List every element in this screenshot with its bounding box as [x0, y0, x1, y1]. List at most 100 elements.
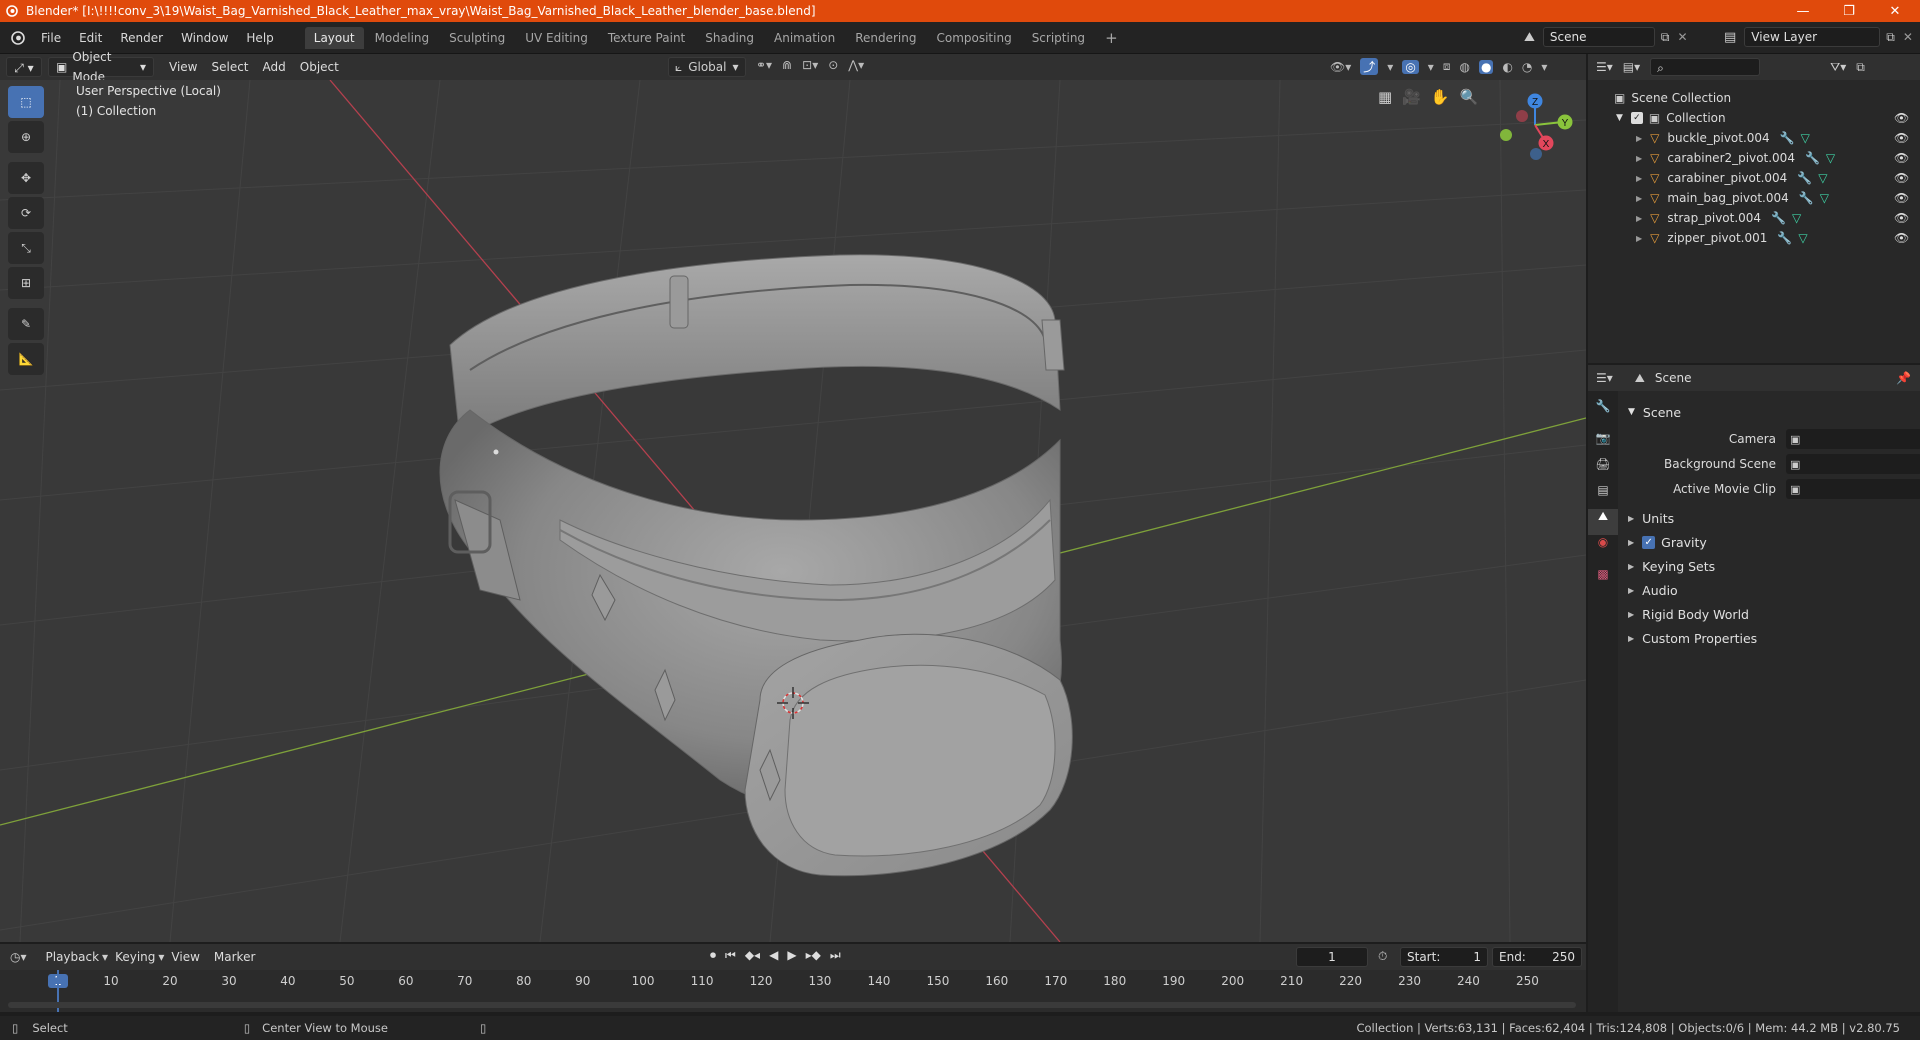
xray-toggle-icon[interactable]: ⧈: [1443, 59, 1451, 74]
mesh-data-icon[interactable]: ▽: [1826, 151, 1835, 165]
play-icon[interactable]: ▶: [787, 948, 796, 963]
new-view-layer-icon[interactable]: ⧉: [1886, 30, 1895, 45]
delete-scene-icon[interactable]: ✕: [1678, 30, 1688, 44]
maximize-button[interactable]: ❐: [1826, 0, 1872, 22]
expand-arrow-icon[interactable]: ▶: [1636, 194, 1642, 203]
timeline-scrollbar[interactable]: [8, 1002, 1576, 1008]
eye-icon[interactable]: 👁: [1894, 131, 1909, 145]
property-value-field[interactable]: ▣: [1786, 479, 1920, 499]
transform-tool[interactable]: ⊞: [8, 267, 44, 299]
eye-icon[interactable]: 👁: [1894, 151, 1909, 165]
editor-type-icon[interactable]: ☰▾: [1596, 371, 1613, 385]
outliner-row-object[interactable]: ▶ ▽ carabiner_pivot.004 🔧 ▽ 👁: [1588, 168, 1920, 188]
modifier-wrench-icon[interactable]: 🔧: [1771, 211, 1786, 225]
tab-texture-paint[interactable]: Texture Paint: [599, 27, 694, 49]
mesh-data-icon[interactable]: ▽: [1798, 231, 1807, 245]
tab-scripting[interactable]: Scripting: [1023, 27, 1094, 49]
close-window-button[interactable]: ✕: [1872, 0, 1918, 22]
transform-orientation-dropdown[interactable]: ⟀ Global ▾: [668, 57, 746, 77]
texture-tab-icon[interactable]: ▩: [1588, 567, 1618, 593]
tab-shading[interactable]: Shading: [696, 27, 763, 49]
pan-view-icon[interactable]: ✋: [1431, 88, 1450, 106]
mesh-data-icon[interactable]: ▽: [1820, 191, 1829, 205]
snap-magnet-icon[interactable]: ⋒: [782, 58, 792, 72]
rotate-tool[interactable]: ⟳: [8, 197, 44, 229]
snap-target-icon[interactable]: ⊡▾: [802, 58, 818, 72]
editor-type-button[interactable]: ⤢ ▾: [6, 57, 42, 77]
outliner-row-collection[interactable]: ▼ ✓ ▣ Collection 👁: [1588, 108, 1920, 128]
proportional-edit-icon[interactable]: ⊙: [828, 58, 838, 72]
blender-menu-icon[interactable]: [10, 30, 26, 46]
delete-view-layer-icon[interactable]: ✕: [1903, 30, 1913, 44]
menu-select[interactable]: Select: [204, 57, 255, 77]
expand-arrow-icon[interactable]: ▶: [1636, 214, 1642, 223]
exclude-checkbox[interactable]: ✓: [1630, 112, 1643, 124]
move-tool[interactable]: ✥: [8, 162, 44, 194]
menu-add[interactable]: Add: [256, 57, 293, 77]
modifier-wrench-icon[interactable]: 🔧: [1777, 231, 1792, 245]
cursor-tool[interactable]: ⊕: [8, 121, 44, 153]
editor-type-icon[interactable]: ☰▾: [1596, 60, 1613, 74]
expand-arrow-icon[interactable]: ▼: [1616, 113, 1623, 123]
pivot-point-icon[interactable]: ⚭▾: [756, 58, 772, 72]
tool-tab-icon[interactable]: 🔧: [1588, 399, 1618, 425]
modifier-wrench-icon[interactable]: 🔧: [1805, 151, 1820, 165]
stopwatch-icon[interactable]: ⏱: [1378, 949, 1387, 964]
camera-view-icon[interactable]: 🎥: [1402, 88, 1421, 106]
output-tab-icon[interactable]: 🖨: [1588, 457, 1618, 483]
outliner-search-input[interactable]: ⌕: [1650, 58, 1761, 76]
subpanel-header[interactable]: ▶ Rigid Body World: [1628, 603, 1918, 625]
scene-selector[interactable]: Scene: [1542, 27, 1655, 47]
expand-arrow-icon[interactable]: ▶: [1636, 234, 1642, 243]
subpanel-header[interactable]: ▶ Custom Properties: [1628, 627, 1918, 649]
jump-start-icon[interactable]: ⏮: [725, 948, 736, 963]
navigation-gizmo[interactable]: Z Y X: [1500, 93, 1573, 161]
jump-end-icon[interactable]: ⏭: [830, 948, 841, 963]
falloff-icon[interactable]: ⋀▾: [848, 58, 864, 72]
tab-rendering[interactable]: Rendering: [846, 27, 925, 49]
eye-icon[interactable]: 👁: [1894, 171, 1909, 185]
timeline-track-area[interactable]: 1102030405060708090100110120130140150160…: [0, 970, 1586, 1012]
solid-shading-icon[interactable]: ●: [1478, 59, 1494, 74]
eye-icon[interactable]: 👁: [1894, 191, 1909, 205]
outliner-row-object[interactable]: ▶ ▽ buckle_pivot.004 🔧 ▽ 👁: [1588, 128, 1920, 148]
view-layer-tab-icon[interactable]: ▤: [1588, 483, 1618, 509]
expand-arrow-icon[interactable]: ▶: [1636, 154, 1642, 163]
filter-icon[interactable]: ⛛▾: [1830, 60, 1846, 75]
minimize-button[interactable]: —: [1780, 0, 1826, 22]
mesh-data-icon[interactable]: ▽: [1801, 131, 1810, 145]
play-reverse-icon[interactable]: ◀: [769, 948, 778, 963]
eye-icon[interactable]: 👁: [1894, 211, 1909, 225]
prev-keyframe-icon[interactable]: ◆◂: [745, 948, 760, 963]
menu-playback[interactable]: Playback: [39, 947, 107, 967]
expand-arrow-icon[interactable]: ▶: [1636, 134, 1642, 143]
tab-uv-editing[interactable]: UV Editing: [516, 27, 597, 49]
chevron-down-icon[interactable]: ▾: [1541, 60, 1547, 74]
gravity-checkbox[interactable]: ✓: [1642, 535, 1656, 549]
scene-panel-header[interactable]: ▼ Scene: [1628, 401, 1918, 423]
wireframe-shading-icon[interactable]: ◍: [1459, 60, 1469, 74]
chevron-down-icon[interactable]: ▾: [1428, 60, 1434, 74]
end-frame-field[interactable]: End: 250: [1492, 947, 1582, 967]
record-icon[interactable]: ⏺: [710, 948, 716, 963]
overlays-toggle-icon[interactable]: ◎: [1402, 59, 1419, 74]
render-tab-icon[interactable]: 📷: [1588, 431, 1618, 457]
tab-compositing[interactable]: Compositing: [927, 27, 1020, 49]
scale-tool[interactable]: ⤡: [8, 232, 44, 264]
3d-viewport[interactable]: Z Y X User Perspective (Local) (1) Colle…: [0, 80, 1586, 942]
subpanel-header[interactable]: ▶ ✓ Gravity: [1628, 531, 1918, 553]
editor-type-icon[interactable]: ◷▾: [10, 950, 27, 964]
outliner-row-object[interactable]: ▶ ▽ zipper_pivot.001 🔧 ▽ 👁: [1588, 228, 1920, 248]
modifier-wrench-icon[interactable]: 🔧: [1799, 191, 1814, 205]
menu-view[interactable]: View: [162, 57, 204, 77]
property-value-field[interactable]: ▣: [1786, 454, 1920, 474]
subpanel-header[interactable]: ▶ Units: [1628, 507, 1918, 529]
toggle-ortho-icon[interactable]: ▦: [1378, 88, 1392, 106]
display-mode-icon[interactable]: ▤▾: [1623, 60, 1640, 74]
outliner-row-object[interactable]: ▶ ▽ main_bag_pivot.004 🔧 ▽ 👁: [1588, 188, 1920, 208]
new-scene-icon[interactable]: ⧉: [1661, 30, 1670, 45]
eye-icon[interactable]: 👁: [1894, 231, 1909, 245]
chevron-down-icon[interactable]: ▾: [1387, 60, 1393, 74]
annotate-tool[interactable]: ✎: [8, 308, 44, 340]
next-keyframe-icon[interactable]: ▸◆: [806, 948, 821, 963]
